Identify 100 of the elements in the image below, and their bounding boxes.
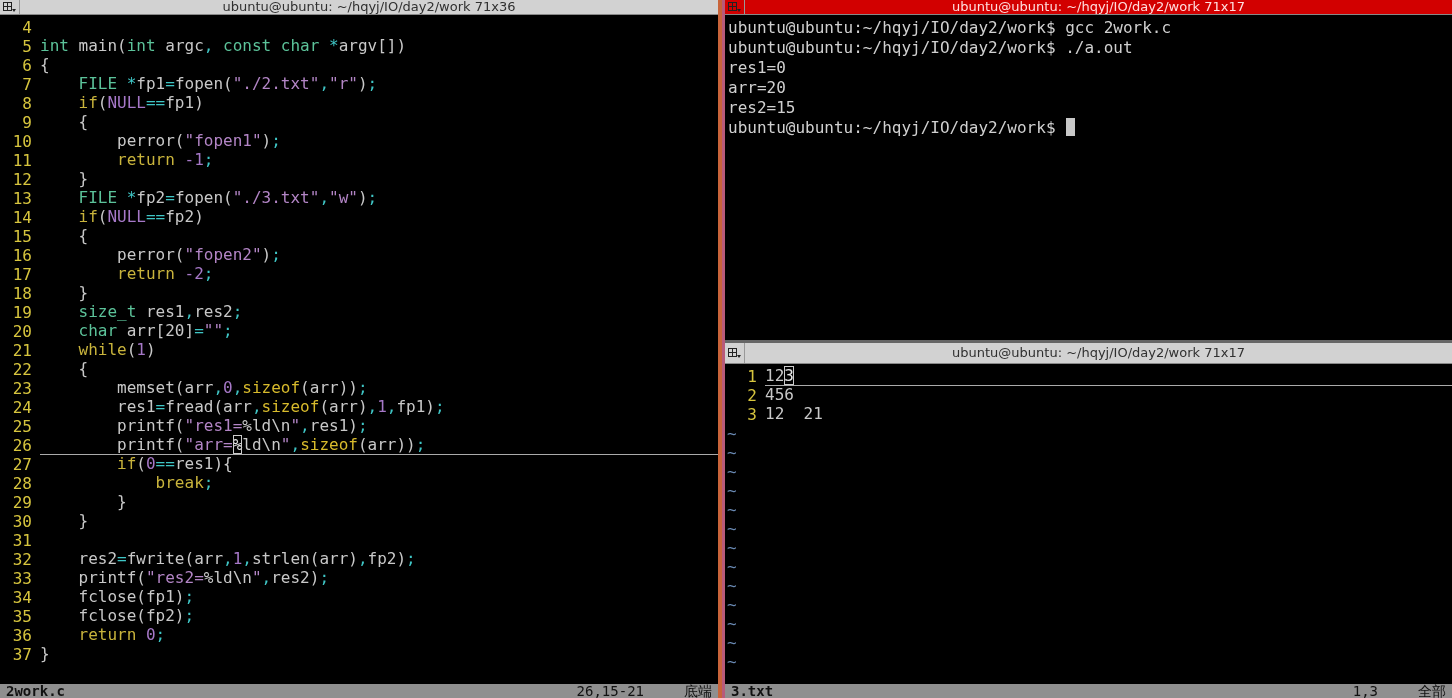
code-line: fclose(fp1); (77, 588, 196, 607)
code-line: FILE *fp1=fopen("./2.txt","r"); (77, 75, 379, 94)
code-line: res1=fread(arr,sizeof(arr),1,fp1); (116, 398, 446, 417)
code-line: int main(int argc, const char *argv[]) (40, 37, 408, 56)
cursor-position: 1,3 (1352, 684, 1378, 698)
terminal-output: arr=20 (728, 77, 787, 97)
code-line: { (77, 227, 90, 246)
line-number: 36 (11, 626, 33, 645)
line-number: 23 (11, 379, 33, 398)
code-line: printf("res2=%ld\n",res2); (77, 569, 331, 588)
file-name: 3.txt (731, 684, 775, 698)
line-number: 6 (21, 56, 33, 75)
empty-line-marker: ~ (726, 633, 738, 652)
code-line: 123 (765, 367, 1452, 386)
code-line: printf("res1=%ld\n",res1); (116, 417, 369, 436)
empty-line-marker: ~ (726, 462, 738, 481)
line-number: 18 (11, 284, 33, 303)
code-line: FILE *fp2=fopen("./3.txt","w"); (77, 189, 379, 208)
empty-line-marker: ~ (726, 614, 738, 633)
code-line: } (77, 170, 90, 189)
window-title: ubuntu@ubuntu: ~/hqyj/IO/day2/work 71x17 (951, 346, 1246, 360)
terminal-menu-button[interactable] (0, 0, 20, 14)
terminal-line: ubuntu@ubuntu:~/hqyj/IO/day2/work$ ./a.out (728, 37, 1134, 57)
line-number: 15 (11, 227, 33, 246)
empty-line-marker: ~ (726, 576, 738, 595)
code-line: } (116, 493, 128, 512)
line-number: 20 (11, 322, 33, 341)
line-number: 11 (11, 151, 33, 170)
line-number: 17 (11, 265, 33, 284)
cursor-position: 26,15-21 (576, 684, 644, 698)
terminal-menu-button[interactable] (725, 343, 745, 363)
code-line: size_t res1,res2; (77, 303, 244, 322)
code-line: { (77, 113, 90, 132)
line-number: 34 (11, 588, 33, 607)
terminal-line: ubuntu@ubuntu:~/hqyj/IO/day2/work$ gcc 2work.c (728, 17, 1173, 37)
line-number: 28 (11, 474, 33, 493)
code-line: fclose(fp2); (77, 607, 196, 626)
line-number: 1 (746, 367, 758, 386)
code-line: { (40, 56, 51, 75)
line-number: 32 (11, 550, 33, 569)
line-number: 29 (11, 493, 33, 512)
code-line: } (77, 284, 90, 303)
terminal-menu-button[interactable] (725, 0, 745, 14)
window-title: ubuntu@ubuntu: ~/hqyj/IO/day2/work 71x36 (221, 0, 517, 14)
code-line: if(NULL==fp1) (77, 94, 205, 113)
empty-line-marker: ~ (726, 557, 738, 576)
line-number: 16 (11, 246, 33, 265)
empty-line-marker: ~ (726, 443, 738, 462)
line-number: 27 (11, 455, 33, 474)
line-number: 31 (11, 531, 33, 550)
empty-line-marker: ~ (726, 595, 738, 614)
scroll-position: 全部 (1418, 684, 1446, 698)
line-number: 9 (21, 113, 33, 132)
line-number: 14 (11, 208, 33, 227)
code-line: } (77, 512, 90, 531)
line-number: 21 (11, 341, 33, 360)
line-number: 2 (746, 386, 758, 405)
line-number: 33 (11, 569, 33, 588)
window-title: ubuntu@ubuntu: ~/hqyj/IO/day2/work 71x17 (951, 0, 1246, 14)
empty-line-marker: ~ (726, 500, 738, 519)
line-number: 3 (746, 405, 758, 424)
code-line: if(0==res1){ (116, 455, 234, 474)
line-number: 30 (11, 512, 33, 531)
line-number: 8 (21, 94, 33, 113)
code-line: char arr[20]=""; (77, 322, 234, 341)
line-number: 12 (11, 170, 33, 189)
split-menu-icon (728, 1, 741, 13)
line-number: 19 (11, 303, 33, 322)
line-number: 4 (21, 18, 33, 37)
empty-line-marker: ~ (726, 424, 738, 443)
line-number: 10 (11, 132, 33, 151)
empty-line-marker: ~ (726, 481, 738, 500)
code-line: 456 (765, 386, 795, 405)
scroll-position: 底端 (684, 684, 712, 698)
terminal-output: res2=15 (728, 97, 797, 117)
line-number: 5 (21, 37, 33, 56)
line-number: 37 (11, 645, 33, 664)
terminal-cursor (1065, 118, 1075, 136)
split-menu-icon (3, 1, 16, 13)
line-number: 22 (11, 360, 33, 379)
line-number: 25 (11, 417, 33, 436)
terminal-output: res1=0 (728, 57, 787, 77)
empty-line-marker: ~ (726, 519, 738, 538)
empty-line-marker: ~ (726, 652, 738, 671)
code-line: return -2; (116, 265, 215, 284)
code-line: res2=fwrite(arr,1,strlen(arr),fp2); (77, 550, 417, 569)
line-number: 35 (11, 607, 33, 626)
line-number: 13 (11, 189, 33, 208)
line-number: 7 (21, 75, 33, 94)
code-line: } (40, 645, 51, 664)
code-line: 12 21 (765, 405, 824, 424)
code-line: if(NULL==fp2) (77, 208, 205, 227)
code-line: return 0; (77, 626, 167, 645)
code-line: break; (154, 474, 215, 493)
empty-line-marker: ~ (726, 538, 738, 557)
terminal-prompt: ubuntu@ubuntu:~/hqyj/IO/day2/work$ (728, 117, 1056, 137)
code-line: memset(arr,0,sizeof(arr)); (116, 379, 369, 398)
split-menu-icon (728, 347, 741, 359)
file-name: 2work.c (6, 684, 66, 698)
code-line: { (77, 360, 90, 379)
